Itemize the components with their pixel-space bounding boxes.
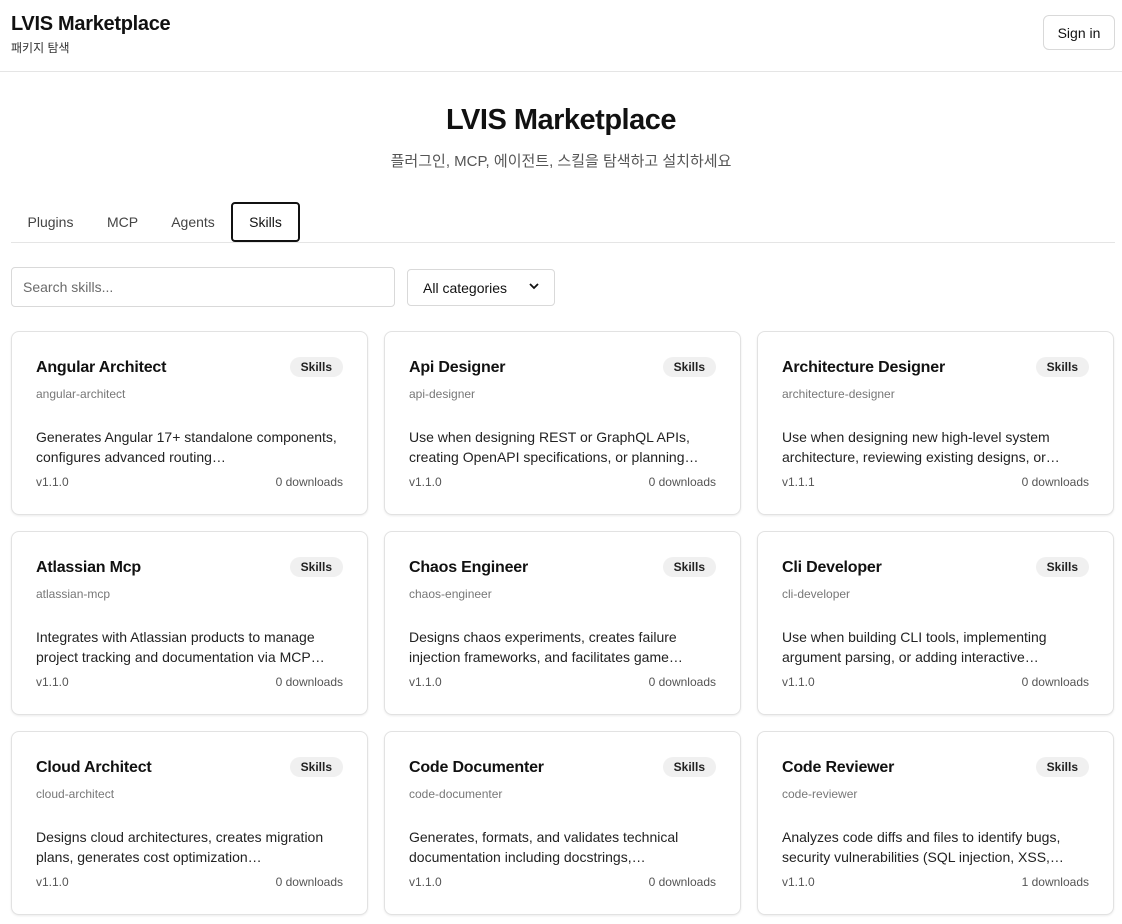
skill-card[interactable]: Atlassian Mcp Skills atlassian-mcp Integ… <box>11 531 368 715</box>
card-description: Use when designing REST or GraphQL APIs,… <box>409 429 699 465</box>
card-version: v1.1.1 <box>782 475 815 489</box>
card-version: v1.1.0 <box>36 475 69 489</box>
card-description: Generates Angular 17+ standalone compone… <box>36 429 337 465</box>
card-downloads: 0 downloads <box>648 875 716 889</box>
skill-card[interactable]: Angular Architect Skills angular-archite… <box>11 331 368 515</box>
top-bar: LVIS Marketplace 패키지 탐색 Sign in <box>0 0 1122 72</box>
card-slug: atlassian-mcp <box>36 587 111 601</box>
card-version: v1.1.0 <box>782 875 815 889</box>
card-version: v1.1.0 <box>36 875 69 889</box>
card-description: Integrates with Atlassian products to ma… <box>36 629 325 665</box>
card-title: Cloud Architect <box>36 759 152 776</box>
card-description: Designs cloud architectures, creates mig… <box>36 829 324 865</box>
tab-mcp[interactable]: MCP <box>95 202 150 242</box>
skill-card[interactable]: Architecture Designer Skills architectur… <box>757 331 1114 515</box>
category-tabs: Plugins MCP Agents Skills <box>11 202 1115 243</box>
skill-card[interactable]: Chaos Engineer Skills chaos-engineer Des… <box>384 531 741 715</box>
category-badge: Skills <box>1035 757 1089 777</box>
card-downloads: 0 downloads <box>648 475 716 489</box>
sign-in-button[interactable]: Sign in <box>1043 15 1115 50</box>
card-title: Atlassian Mcp <box>36 559 141 576</box>
category-badge: Skills <box>289 557 343 577</box>
app-title[interactable]: LVIS Marketplace <box>11 13 171 36</box>
category-badge: Skills <box>289 757 343 777</box>
card-version: v1.1.0 <box>409 475 442 489</box>
skill-card[interactable]: Api Designer Skills api-designer Use whe… <box>384 331 741 515</box>
card-slug: chaos-engineer <box>409 587 492 601</box>
card-downloads: 1 downloads <box>1021 875 1089 889</box>
skill-card[interactable]: Code Documenter Skills code-documenter G… <box>384 731 741 915</box>
card-title: Cli Developer <box>782 559 882 576</box>
card-slug: angular-architect <box>36 387 126 401</box>
category-badge: Skills <box>662 557 716 577</box>
card-description: Designs chaos experiments, creates failu… <box>409 629 683 665</box>
card-downloads: 0 downloads <box>275 475 343 489</box>
card-title: Architecture Designer <box>782 359 945 376</box>
page-title: LVIS Marketplace <box>445 104 677 136</box>
card-slug: code-documenter <box>409 787 503 801</box>
card-slug: cloud-architect <box>36 787 115 801</box>
tab-skills[interactable]: Skills <box>231 202 300 242</box>
skill-card[interactable]: Cloud Architect Skills cloud-architect D… <box>11 731 368 915</box>
card-title: Angular Architect <box>36 359 167 376</box>
category-badge: Skills <box>289 357 343 377</box>
category-badge: Skills <box>1035 357 1089 377</box>
card-description: Analyzes code diffs and files to identif… <box>782 829 1064 865</box>
card-downloads: 0 downloads <box>275 875 343 889</box>
card-downloads: 0 downloads <box>275 675 343 689</box>
card-version: v1.1.0 <box>409 875 442 889</box>
card-slug: architecture-designer <box>782 387 895 401</box>
category-badge: Skills <box>662 757 716 777</box>
card-version: v1.1.0 <box>782 675 815 689</box>
card-title: Code Reviewer <box>782 759 895 776</box>
skill-card[interactable]: Code Reviewer Skills code-reviewer Analy… <box>757 731 1114 915</box>
category-select-value: All categories <box>423 279 508 296</box>
card-title: Api Designer <box>409 359 506 376</box>
skill-card[interactable]: Cli Developer Skills cli-developer Use w… <box>757 531 1114 715</box>
tab-plugins[interactable]: Plugins <box>11 202 90 242</box>
category-badge: Skills <box>1035 557 1089 577</box>
category-badge: Skills <box>662 357 716 377</box>
card-downloads: 0 downloads <box>1021 675 1089 689</box>
card-slug: api-designer <box>409 387 476 401</box>
category-select[interactable]: All categories <box>407 269 555 306</box>
card-version: v1.1.0 <box>36 675 69 689</box>
card-slug: cli-developer <box>782 587 851 601</box>
chevron-down-icon <box>529 282 539 293</box>
app-subtitle: 패키지 탐색 <box>11 41 70 55</box>
card-downloads: 0 downloads <box>1021 475 1089 489</box>
card-description: Use when designing new high-level system… <box>782 429 1060 465</box>
card-title: Code Documenter <box>409 759 544 776</box>
card-version: v1.1.0 <box>409 675 442 689</box>
card-description: Generates, formats, and validates techni… <box>409 829 679 865</box>
card-downloads: 0 downloads <box>648 675 716 689</box>
card-slug: code-reviewer <box>782 787 858 801</box>
tab-agents[interactable]: Agents <box>158 202 228 242</box>
page-subtitle: 플러그인, MCP, 에이전트, 스킬을 탐색하고 설치하세요 <box>390 153 732 170</box>
card-description: Use when building CLI tools, implementin… <box>782 629 1047 665</box>
card-title: Chaos Engineer <box>409 559 529 576</box>
search-input[interactable] <box>11 267 395 307</box>
